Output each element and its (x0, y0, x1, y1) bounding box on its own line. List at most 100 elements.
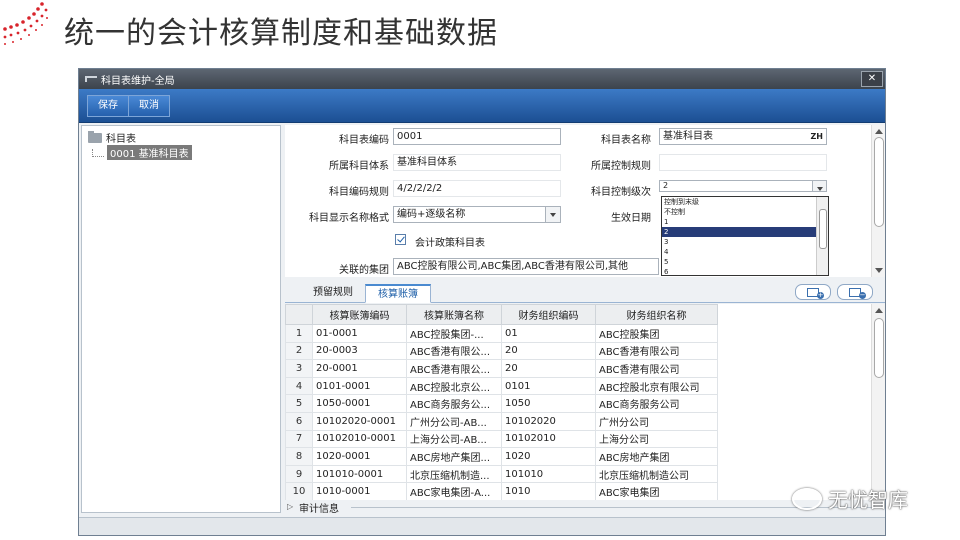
display-format-select[interactable]: 编码+逐级名称 (393, 206, 561, 223)
row-number: 10 (285, 482, 313, 500)
dropdown-option[interactable]: 不控制 (662, 207, 828, 217)
table-cell[interactable]: 01-0001 (312, 324, 407, 343)
tree-item-0001[interactable]: 0001 基准科目表 (92, 145, 192, 160)
chevron-down-icon[interactable] (812, 181, 826, 191)
table-row[interactable]: 6 10102020-0001 广州分公司-AB... 10102020 广州分公司 (285, 411, 718, 431)
brand-logo (3, 2, 48, 45)
table-row[interactable]: 7 10102010-0001 上海分公司-AB... 10102010 上海分公司 (285, 429, 718, 449)
table-row[interactable]: 2 20-0003 ABC香港有限公... 20 ABC香港有限公司 (285, 341, 718, 361)
table-row[interactable]: 8 1020-0001 ABC房地产集团... 1020 ABC房地产集团 (285, 447, 718, 466)
table-row[interactable]: 1 01-0001 ABC控股集团-... 01 ABC控股集团 (285, 324, 718, 343)
table-row[interactable]: 9 101010-0001 北京压缩机制造... 101010 北京压缩机制造公司 (285, 464, 718, 484)
table-cell[interactable]: ABC香港有限公... (406, 341, 502, 361)
table-row[interactable]: 4 0101-0001 ABC控股北京公... 0101 ABC控股北京有限公司 (285, 376, 718, 396)
table-cell[interactable]: 1020 (501, 447, 596, 466)
table-cell[interactable]: ABC控股北京公... (406, 376, 502, 396)
close-button[interactable]: ✕ (861, 71, 883, 87)
chevron-down-icon[interactable] (545, 207, 560, 222)
table-cell[interactable]: 10102020 (501, 411, 596, 431)
table-cell[interactable]: ABC房地产集团... (406, 447, 502, 466)
table-cell[interactable]: 北京压缩机制造... (406, 464, 502, 484)
table-cell[interactable]: 10102020-0001 (312, 411, 407, 431)
table-cell[interactable]: 0101-0001 (312, 376, 407, 396)
cancel-button[interactable]: 取消 (129, 94, 170, 117)
dropdown-option[interactable]: 4 (662, 247, 828, 257)
dropdown-option[interactable]: 2 (662, 227, 828, 237)
table-cell[interactable]: ABC香港有限公司 (595, 341, 718, 361)
row-number: 4 (285, 376, 313, 396)
table-cell[interactable]: ABC家电集团 (595, 482, 718, 500)
control-level-label: 科目控制级次 (591, 187, 651, 198)
group-field[interactable]: ABC控股有限公司,ABC集团,ABC香港有限公司,其他 (393, 258, 659, 275)
table-cell[interactable]: ABC房地产集团 (595, 447, 718, 466)
column-header[interactable]: 财务组织编码 (501, 304, 596, 325)
table-cell[interactable]: 101010 (501, 464, 596, 484)
column-header[interactable]: 核算账簿编码 (312, 304, 407, 325)
table-cell[interactable]: ABC控股集团 (595, 324, 718, 343)
account-chart-tree: 科目表 0001 基准科目表 (81, 125, 281, 513)
scroll-thumb[interactable] (819, 209, 827, 249)
tree-root[interactable]: 科目表 (88, 130, 136, 145)
table-cell[interactable]: 广州分公司-AB... (406, 411, 502, 431)
expand-arrow-icon[interactable]: ▷ (287, 502, 293, 511)
table-cell[interactable]: ABC商务服务公... (406, 394, 502, 413)
row-number-header (285, 304, 313, 325)
scroll-up-icon[interactable] (875, 308, 883, 313)
table-row[interactable]: 3 20-0001 ABC香港有限公... 20 ABC香港有限公司 (285, 359, 718, 378)
table-row[interactable]: 10 1010-0001 ABC家电集团-A... 1010 ABC家电集团 (285, 482, 718, 500)
control-level-dropdown[interactable]: 控制到末级 不控制 1 2 3 4 5 6 (661, 196, 829, 276)
dropdown-option[interactable]: 1 (662, 217, 828, 227)
dropdown-option[interactable]: 3 (662, 237, 828, 247)
language-toggle[interactable]: ZH (811, 129, 824, 144)
table-row[interactable]: 5 1050-0001 ABC商务服务公... 1050 ABC商务服务公司 (285, 394, 718, 413)
coding-rule-field[interactable]: 4/2/2/2/2 (393, 180, 561, 197)
table-cell[interactable]: 20 (501, 341, 596, 361)
tab-accounting-books[interactable]: 核算账簿 (365, 284, 431, 303)
add-row-icon[interactable]: + (795, 284, 831, 300)
form-scrollbar[interactable] (871, 125, 885, 277)
table-cell[interactable]: 0101 (501, 376, 596, 396)
delete-row-icon[interactable]: − (837, 284, 873, 300)
table-cell[interactable]: 01 (501, 324, 596, 343)
table-cell[interactable]: 1020-0001 (312, 447, 407, 466)
table-cell[interactable]: 20-0001 (312, 359, 407, 378)
table-cell[interactable]: ABC商务服务公司 (595, 394, 718, 413)
table-cell[interactable]: ABC控股北京有限公司 (595, 376, 718, 396)
table-cell[interactable]: 10102010-0001 (312, 429, 407, 449)
scroll-down-icon[interactable] (875, 268, 883, 273)
table-cell[interactable]: 北京压缩机制造公司 (595, 464, 718, 484)
policy-checkbox[interactable] (395, 234, 406, 245)
dropdown-option[interactable]: 6 (662, 267, 828, 275)
table-cell[interactable]: 1010-0001 (312, 482, 407, 500)
table-cell[interactable]: ABC家电集团-A... (406, 482, 502, 500)
control-level-select[interactable]: 2 (659, 180, 827, 192)
table-cell[interactable]: 10102010 (501, 429, 596, 449)
save-button[interactable]: 保存 (87, 94, 129, 117)
window-titlebar[interactable]: 科目表维护-全局 (79, 69, 885, 89)
dropdown-option[interactable]: 5 (662, 257, 828, 267)
table-cell[interactable]: 101010-0001 (312, 464, 407, 484)
name-input[interactable]: 基准科目表 ZH (659, 128, 827, 145)
scroll-thumb[interactable] (874, 137, 884, 227)
table-cell[interactable]: ABC香港有限公... (406, 359, 502, 378)
table-cell[interactable]: 20-0003 (312, 341, 407, 361)
table-cell[interactable]: ABC控股集团-... (406, 324, 502, 343)
code-input[interactable]: 0001 (393, 128, 561, 145)
tab-reserve-rules[interactable]: 预留规则 (301, 284, 365, 303)
table-cell[interactable]: 上海分公司-AB... (406, 429, 502, 449)
table-cell[interactable]: ABC香港有限公司 (595, 359, 718, 378)
scroll-up-icon[interactable] (875, 129, 883, 134)
grid-scrollbar[interactable] (871, 304, 885, 500)
scroll-thumb[interactable] (874, 318, 884, 378)
column-header[interactable]: 财务组织名称 (595, 304, 718, 325)
table-cell[interactable]: 1010 (501, 482, 596, 500)
table-cell[interactable]: 广州分公司 (595, 411, 718, 431)
table-cell[interactable]: 上海分公司 (595, 429, 718, 449)
table-cell[interactable]: 20 (501, 359, 596, 378)
table-cell[interactable]: 1050-0001 (312, 394, 407, 413)
column-header[interactable]: 核算账簿名称 (406, 304, 502, 325)
table-cell[interactable]: 1050 (501, 394, 596, 413)
dropdown-option[interactable]: 控制到末级 (662, 197, 828, 207)
control-rule-field[interactable] (659, 154, 827, 171)
dropdown-scrollbar[interactable] (816, 197, 828, 275)
